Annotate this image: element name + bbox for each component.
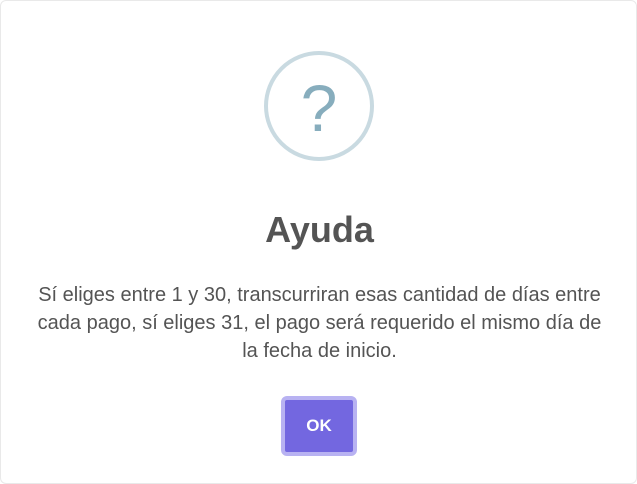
dialog-title: Ayuda: [265, 209, 374, 250]
help-dialog: ? Ayuda Sí eliges entre 1 y 30, transcur…: [0, 0, 637, 484]
question-mark-glyph: ?: [300, 71, 338, 145]
question-mark-icon: ?: [264, 51, 374, 161]
dialog-message: Sí eliges entre 1 y 30, transcurriran es…: [37, 284, 602, 362]
ok-button[interactable]: OK: [281, 396, 357, 456]
